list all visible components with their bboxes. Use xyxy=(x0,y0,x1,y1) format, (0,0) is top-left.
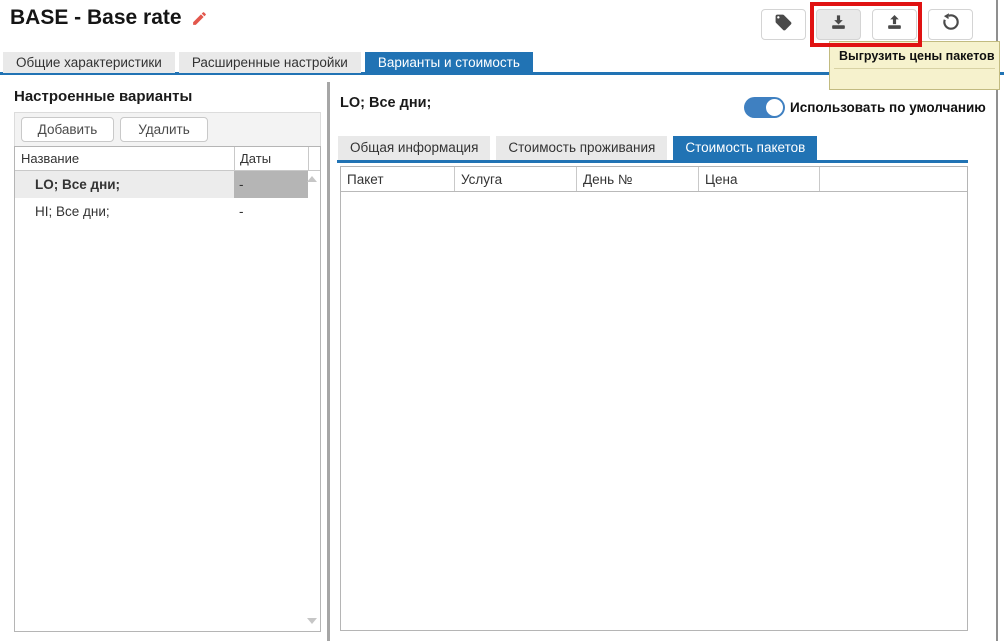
download-icon xyxy=(829,13,848,37)
tooltip: Выгрузить цены пакетов xyxy=(829,41,1000,90)
add-variant-button[interactable]: Добавить xyxy=(21,117,114,142)
delete-variant-button[interactable]: Удалить xyxy=(120,117,208,142)
panel-divider xyxy=(327,82,330,641)
history-icon xyxy=(941,12,961,37)
variant-name: LO; Все дни; xyxy=(15,171,234,198)
history-button[interactable] xyxy=(928,9,973,40)
column-header-price: Цена xyxy=(698,167,819,191)
packages-table: Пакет Услуга День № Цена xyxy=(340,166,968,631)
tab-accommodation-cost[interactable]: Стоимость проживания xyxy=(496,136,668,160)
tab-variants-and-cost[interactable]: Варианты и стоимость xyxy=(364,52,533,73)
column-header-package: Пакет xyxy=(347,172,384,187)
upload-icon xyxy=(885,13,904,37)
tooltip-separator xyxy=(834,68,995,69)
column-header-name: Название xyxy=(21,151,80,166)
tab-general-characteristics[interactable]: Общие характеристики xyxy=(3,52,175,73)
toggle-knob xyxy=(765,98,784,117)
column-header-service: Услуга xyxy=(454,167,576,191)
variant-row-lo[interactable]: LO; Все дни; - xyxy=(15,171,320,198)
variant-tabs-underline xyxy=(337,160,968,163)
use-by-default-label: Использовать по умолчанию xyxy=(790,100,986,115)
download-prices-button[interactable] xyxy=(816,9,861,40)
tab-package-cost[interactable]: Стоимость пакетов xyxy=(673,136,818,160)
left-panel-heading: Настроенные варианты xyxy=(14,88,193,105)
edit-pencil-icon[interactable] xyxy=(191,10,208,27)
page-title: BASE - Base rate xyxy=(10,6,182,29)
scroll-up-arrow-icon[interactable] xyxy=(307,176,317,182)
column-header-day: День № xyxy=(576,167,698,191)
title-row: BASE - Base rate xyxy=(10,6,208,30)
variant-title: LO; Все дни; xyxy=(340,95,432,111)
tag-button[interactable] xyxy=(761,9,806,40)
variant-dates: - xyxy=(239,204,244,219)
variants-table-header: Название Даты xyxy=(15,147,320,171)
variant-tabs: Общая информация Стоимость проживания Ст… xyxy=(338,136,818,160)
column-header-dates: Даты xyxy=(234,147,308,170)
scroll-down-arrow-icon[interactable] xyxy=(307,618,317,624)
variants-table: Название Даты LO; Все дни; - HI; Все дни… xyxy=(14,146,321,632)
upload-prices-button[interactable] xyxy=(872,9,917,40)
tag-icon xyxy=(774,13,793,37)
use-by-default-toggle[interactable] xyxy=(744,97,785,118)
column-header-empty xyxy=(819,167,967,191)
tooltip-text: Выгрузить цены пакетов xyxy=(839,49,995,63)
right-edge-border xyxy=(996,0,998,641)
page: BASE - Base rate Выгрузить цены пакетов … xyxy=(0,0,1004,641)
tab-advanced-settings[interactable]: Расширенные настройки xyxy=(178,52,361,73)
tab-general-info[interactable]: Общая информация xyxy=(338,136,491,160)
variant-name: HI; Все дни; xyxy=(35,204,110,219)
variant-dates: - xyxy=(234,171,308,198)
main-tabs: Общие характеристики Расширенные настрой… xyxy=(3,52,533,73)
variant-row-hi[interactable]: HI; Все дни; - xyxy=(15,198,320,225)
left-toolbar: Добавить Удалить xyxy=(14,112,321,146)
column-header-scroll xyxy=(308,147,320,170)
packages-table-header: Пакет Услуга День № Цена xyxy=(341,167,967,192)
packages-table-body xyxy=(341,192,967,632)
